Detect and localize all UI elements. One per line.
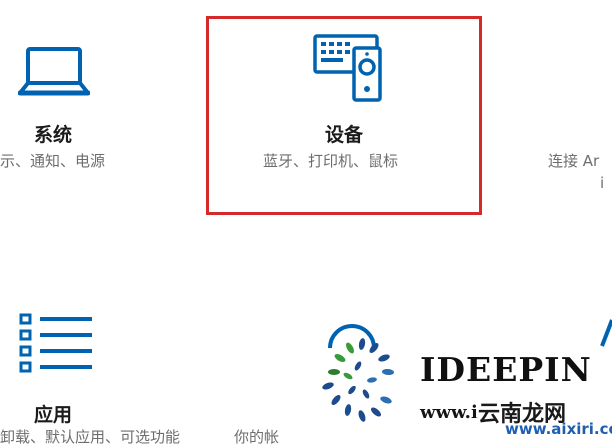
watermark-swirl-logo — [322, 338, 394, 422]
tile-system-subtitle: 示、通知、电源 — [0, 152, 106, 170]
tile-apps-subtitle: 卸载、默认应用、可选功能 — [0, 428, 181, 446]
highlight-frame — [206, 16, 482, 215]
watermark-brand: IDEEPIN — [420, 350, 592, 389]
tile-system-title: 系统 — [34, 124, 73, 146]
tile-apps-title: 应用 — [34, 404, 73, 426]
partial-icon — [600, 319, 612, 347]
tile-phone-subtitle: 连接 Ar — [548, 152, 600, 170]
laptop-icon — [18, 47, 90, 96]
list-icon — [19, 313, 92, 373]
tile-phone-subtitle-2: i — [600, 174, 605, 192]
watermark-url: www.i — [420, 402, 478, 423]
watermark-domain: www.aixiri.com — [505, 420, 612, 438]
tile-accounts-subtitle: 你的帐 — [234, 428, 280, 446]
